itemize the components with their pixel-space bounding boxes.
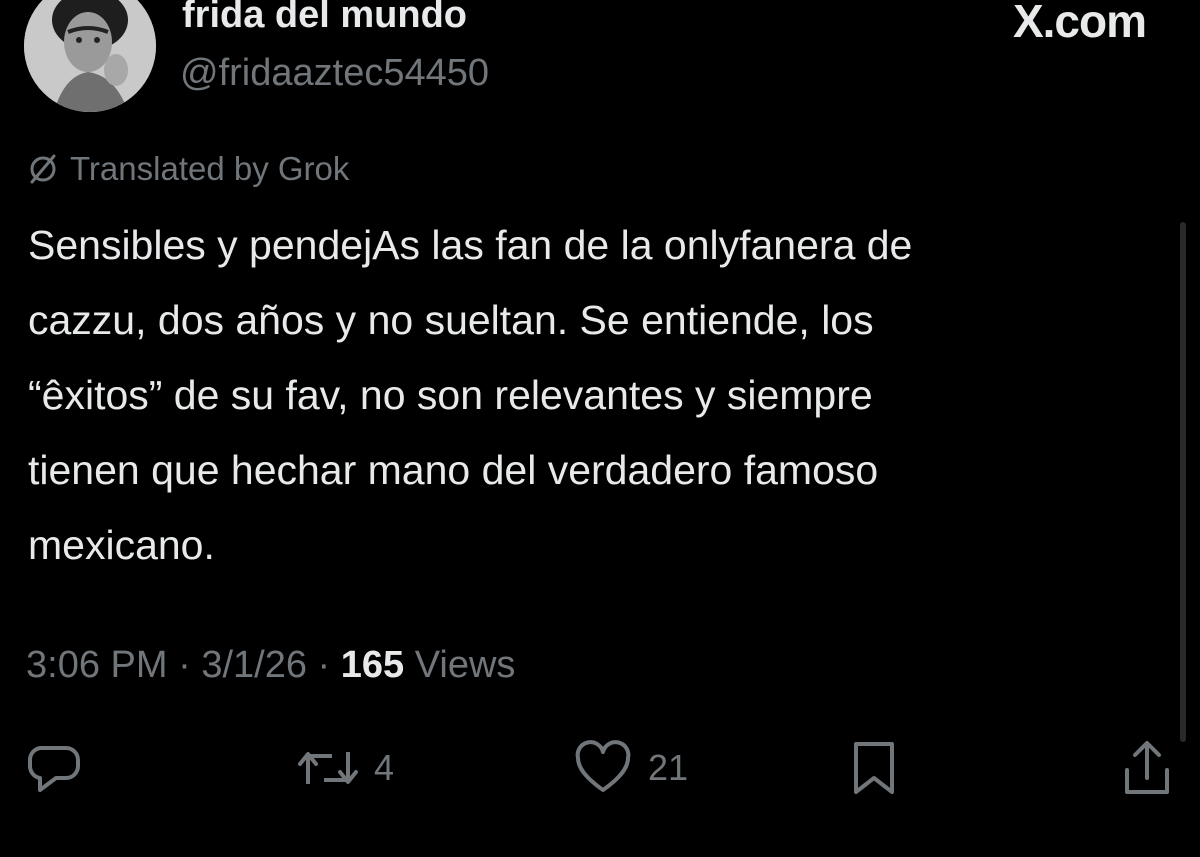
user-handle[interactable]: @fridaaztec54450 xyxy=(180,52,489,95)
x-com-watermark: X.com xyxy=(1012,0,1147,47)
tweet-line: mexicano. xyxy=(28,522,215,568)
translated-by-grok[interactable]: Translated by Grok xyxy=(26,150,349,188)
share-upload-icon xyxy=(1122,738,1172,798)
tweet-date[interactable]: 3/1/26 xyxy=(201,644,307,686)
tweet-time[interactable]: 3:06 PM xyxy=(26,644,168,686)
avatar[interactable] xyxy=(24,0,156,112)
scrollbar[interactable] xyxy=(1180,222,1186,742)
meta-separator: · xyxy=(178,644,191,686)
like-count: 21 xyxy=(648,747,689,788)
slashed-circle-icon xyxy=(26,152,60,186)
display-name[interactable]: frida del mundo xyxy=(182,0,467,37)
reply-button[interactable] xyxy=(26,736,82,800)
bookmark-icon xyxy=(850,740,898,796)
tweet-line: Sensibles y pendejAs las fan de la onlyf… xyxy=(28,222,913,268)
tweet-line: “êxitos” de su fav, no son relevantes y … xyxy=(28,372,873,418)
meta-separator: · xyxy=(317,644,331,686)
translated-label: Translated by Grok xyxy=(70,150,350,187)
tweet-line: tienen que hechar mano del verdadero fam… xyxy=(28,447,879,493)
heart-icon xyxy=(574,740,632,796)
retweet-button[interactable]: 4 xyxy=(298,736,394,800)
tweet-line: cazzu, dos años y no sueltan. Se entiend… xyxy=(28,297,874,343)
share-button[interactable] xyxy=(1122,736,1172,800)
views-count[interactable]: 165 xyxy=(341,644,404,686)
tweet-text: Sensibles y pendejAs las fan de la onlyf… xyxy=(28,208,1138,583)
tweet-meta: 3:06 PM · 3/1/26 · 165 Views xyxy=(26,644,515,687)
speech-bubble-icon xyxy=(26,740,82,796)
retweet-arrows-icon xyxy=(298,740,358,796)
bookmark-button[interactable] xyxy=(850,736,898,800)
retweet-count: 4 xyxy=(374,747,395,788)
action-bar: 4 21 xyxy=(0,736,1200,800)
like-button[interactable]: 21 xyxy=(574,736,688,800)
views-label[interactable]: Views xyxy=(415,644,516,686)
